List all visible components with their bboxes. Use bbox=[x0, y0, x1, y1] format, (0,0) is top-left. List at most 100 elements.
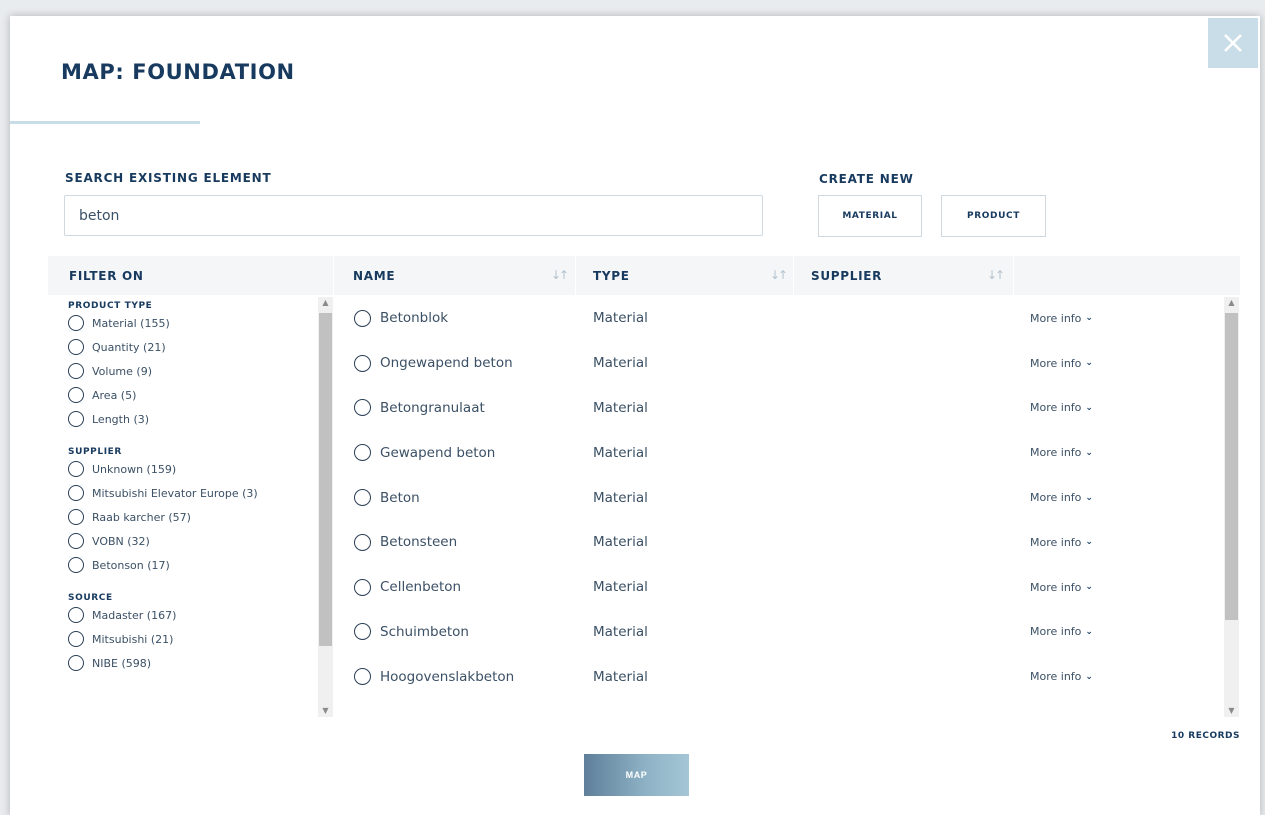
radio-icon bbox=[68, 509, 84, 525]
chevron-down-icon: ⌄ bbox=[1085, 492, 1093, 503]
header-divider bbox=[1013, 256, 1014, 295]
row-name: Betonsteen bbox=[380, 534, 458, 551]
row-name: Schuimbeton bbox=[380, 623, 469, 640]
header-divider bbox=[575, 256, 576, 295]
more-info-link[interactable]: More info ⌄ bbox=[1030, 401, 1093, 414]
search-input[interactable] bbox=[64, 195, 763, 236]
radio-icon bbox=[68, 631, 84, 647]
create-material-button[interactable]: MATERIAL bbox=[818, 195, 922, 237]
filter-scrollbar[interactable]: ▲ ▼ bbox=[318, 297, 333, 717]
table-row[interactable]: Schuimbeton Material More info ⌄ bbox=[354, 610, 1224, 655]
radio-icon[interactable] bbox=[354, 309, 371, 327]
more-info-link[interactable]: More info ⌄ bbox=[1030, 491, 1093, 504]
row-name: Betonblok bbox=[380, 310, 449, 327]
filter-option[interactable]: Length (3) bbox=[68, 407, 320, 431]
chevron-down-icon: ⌄ bbox=[1085, 447, 1093, 458]
chevron-down-icon: ⌄ bbox=[1085, 671, 1093, 682]
header-divider bbox=[793, 256, 794, 295]
filter-group-title: PRODUCT TYPE bbox=[68, 301, 153, 311]
more-info-link[interactable]: More info ⌄ bbox=[1030, 536, 1093, 549]
map-dialog: MAP: FOUNDATION SEARCH EXISTING ELEMENT … bbox=[10, 16, 1260, 815]
row-type: Material bbox=[593, 399, 648, 416]
filter-option[interactable]: Mitsubishi (21) bbox=[68, 627, 320, 651]
radio-icon bbox=[68, 387, 84, 403]
row-name: Gewapend beton bbox=[380, 444, 496, 461]
scroll-up-icon[interactable]: ▲ bbox=[1224, 297, 1239, 309]
header-divider bbox=[333, 256, 334, 295]
row-type: Material bbox=[593, 668, 648, 685]
filter-option[interactable]: Quantity (21) bbox=[68, 335, 320, 359]
radio-icon bbox=[68, 315, 84, 331]
scroll-down-icon[interactable]: ▼ bbox=[318, 705, 333, 717]
more-info-link[interactable]: More info ⌄ bbox=[1030, 446, 1093, 459]
filter-option[interactable]: Volume (9) bbox=[68, 359, 320, 383]
sort-icon[interactable]: ↓↑ bbox=[770, 268, 788, 282]
filter-option[interactable]: NIBE (598) bbox=[68, 651, 320, 675]
radio-icon bbox=[68, 339, 84, 355]
more-info-link[interactable]: More info ⌄ bbox=[1030, 581, 1093, 594]
filter-option[interactable]: Unknown (159) bbox=[68, 457, 320, 481]
table-row[interactable]: Beton Material More info ⌄ bbox=[354, 475, 1224, 520]
chevron-down-icon: ⌄ bbox=[1085, 582, 1093, 593]
radio-icon[interactable] bbox=[354, 489, 371, 507]
radio-icon[interactable] bbox=[354, 399, 371, 417]
more-info-link[interactable]: More info ⌄ bbox=[1030, 625, 1093, 638]
table-row[interactable]: Gewapend beton Material More info ⌄ bbox=[354, 430, 1224, 475]
table-row[interactable]: Betonblok Material More info ⌄ bbox=[354, 296, 1224, 341]
scroll-up-icon[interactable]: ▲ bbox=[318, 297, 333, 309]
scroll-thumb[interactable] bbox=[1225, 313, 1238, 620]
radio-icon[interactable] bbox=[354, 668, 371, 686]
table-row[interactable]: Betongranulaat Material More info ⌄ bbox=[354, 386, 1224, 431]
filter-group-title: SOURCE bbox=[68, 593, 113, 603]
row-type: Material bbox=[593, 310, 648, 327]
create-product-button[interactable]: PRODUCT bbox=[941, 195, 1046, 237]
radio-icon bbox=[68, 485, 84, 501]
map-button[interactable]: MAP bbox=[584, 754, 689, 796]
filter-option[interactable]: Raab karcher (57) bbox=[68, 505, 320, 529]
radio-icon bbox=[68, 411, 84, 427]
radio-icon bbox=[68, 655, 84, 671]
name-column-header[interactable]: NAME bbox=[353, 256, 395, 295]
row-name: Cellenbeton bbox=[380, 579, 462, 596]
filter-on-header: FILTER ON bbox=[69, 268, 144, 283]
row-name: Ongewapend beton bbox=[380, 355, 513, 372]
radio-icon bbox=[68, 461, 84, 477]
row-type: Material bbox=[593, 623, 648, 640]
radio-icon[interactable] bbox=[354, 623, 371, 641]
filter-option[interactable]: Madaster (167) bbox=[68, 603, 320, 627]
row-type: Material bbox=[593, 534, 648, 551]
create-new-label: CREATE NEW bbox=[819, 172, 914, 186]
results-scrollbar[interactable]: ▲ ▼ bbox=[1224, 297, 1239, 717]
supplier-column-header[interactable]: SUPPLIER bbox=[811, 256, 882, 295]
table-row[interactable]: Betonsteen Material More info ⌄ bbox=[354, 520, 1224, 565]
sort-icon[interactable]: ↓↑ bbox=[551, 268, 569, 282]
radio-icon[interactable] bbox=[354, 354, 371, 372]
filter-option[interactable]: VOBN (32) bbox=[68, 529, 320, 553]
more-info-link[interactable]: More info ⌄ bbox=[1030, 357, 1093, 370]
scroll-down-icon[interactable]: ▼ bbox=[1224, 705, 1239, 717]
more-info-link[interactable]: More info ⌄ bbox=[1030, 670, 1093, 683]
chevron-down-icon: ⌄ bbox=[1085, 626, 1093, 637]
sort-icon[interactable]: ↓↑ bbox=[987, 268, 1005, 282]
radio-icon bbox=[68, 363, 84, 379]
table-row[interactable]: Cellenbeton Material More info ⌄ bbox=[354, 565, 1224, 610]
row-type: Material bbox=[593, 489, 648, 506]
results-list: Betonblok Material More info ⌄ Ongewapend… bbox=[354, 296, 1224, 706]
row-type: Material bbox=[593, 444, 648, 461]
table-row[interactable]: Ongewapend beton Material More info ⌄ bbox=[354, 341, 1224, 386]
filter-option[interactable]: Material (155) bbox=[68, 311, 320, 335]
filter-option[interactable]: Betonson (17) bbox=[68, 553, 320, 577]
type-column-header[interactable]: TYPE bbox=[593, 256, 630, 295]
filter-panel: PRODUCT TYPE Material (155) Quantity (21… bbox=[68, 299, 320, 719]
row-type: Material bbox=[593, 355, 648, 372]
filter-option[interactable]: Area (5) bbox=[68, 383, 320, 407]
radio-icon[interactable] bbox=[354, 533, 371, 551]
filter-option[interactable]: Mitsubishi Elevator Europe (3) bbox=[68, 481, 320, 505]
radio-icon[interactable] bbox=[354, 578, 371, 596]
more-info-link[interactable]: More info ⌄ bbox=[1030, 312, 1093, 325]
close-button[interactable] bbox=[1208, 18, 1258, 68]
scroll-thumb[interactable] bbox=[319, 313, 332, 646]
table-row[interactable]: Hoogovenslakbeton Material More info ⌄ bbox=[354, 654, 1224, 699]
radio-icon[interactable] bbox=[354, 444, 371, 462]
record-count: 10 RECORDS bbox=[1171, 731, 1240, 741]
